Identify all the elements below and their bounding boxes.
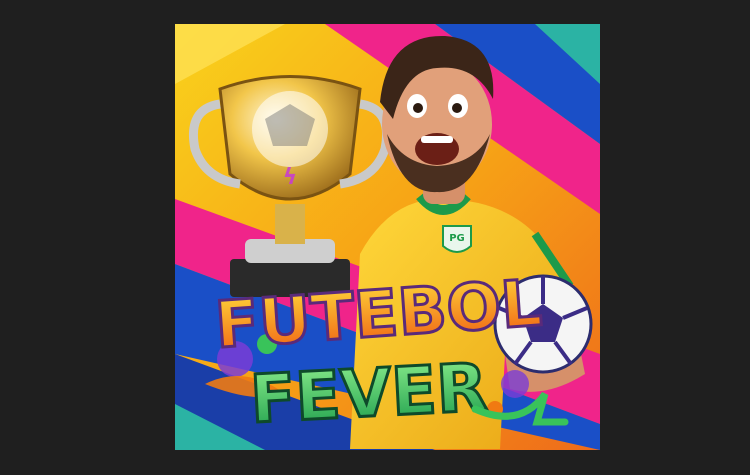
game-tile-page: ϟ PG FUTEBOL FEVER xyxy=(0,0,750,475)
logo-line-fever: FEVER xyxy=(248,349,489,438)
pg-badge-icon: PG xyxy=(442,225,472,253)
game-thumbnail[interactable]: ϟ PG FUTEBOL FEVER xyxy=(175,24,600,450)
badge-label: PG xyxy=(449,233,465,244)
game-artwork: ϟ PG FUTEBOL FEVER xyxy=(175,24,600,450)
svg-text:ϟ: ϟ xyxy=(283,165,298,190)
